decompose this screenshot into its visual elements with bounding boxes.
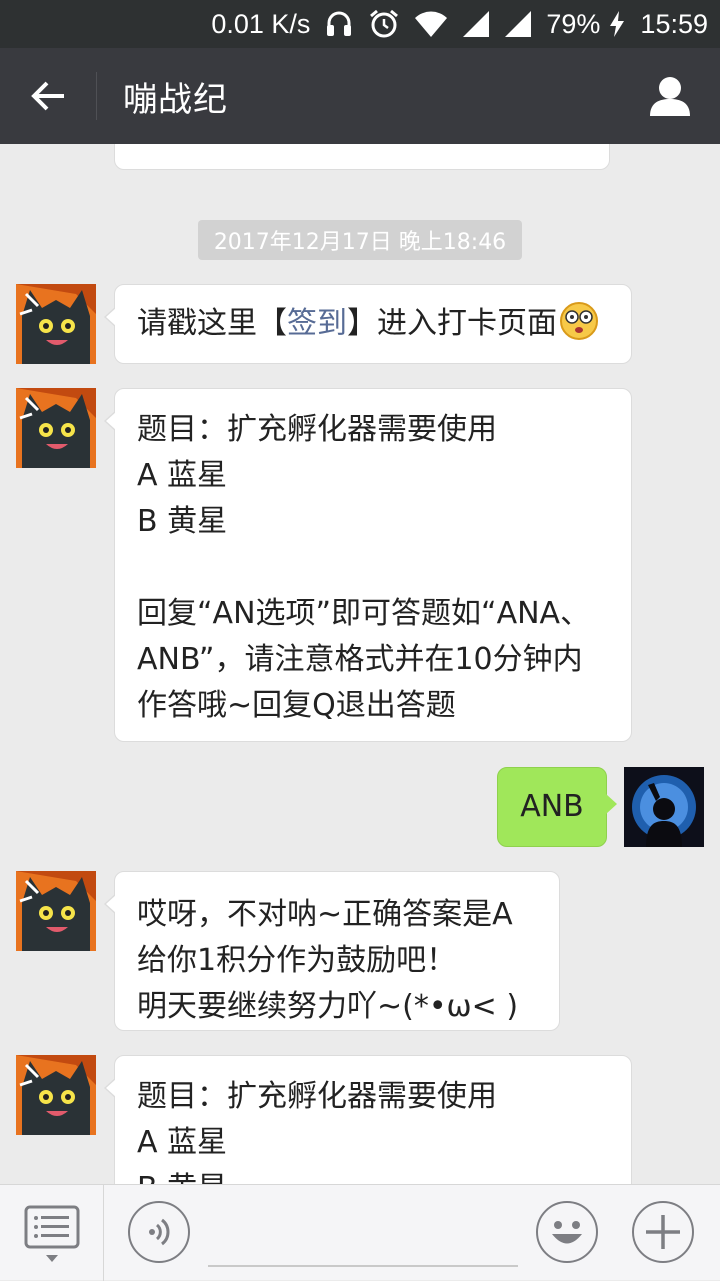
- headset-icon: [324, 9, 354, 39]
- network-speed: 0.01 K/s: [211, 8, 311, 39]
- charging-icon: [608, 10, 626, 38]
- message-input[interactable]: [208, 1265, 518, 1267]
- message-line: 哎呀，不对呐~正确答案是A: [137, 897, 513, 932]
- avatar[interactable]: [16, 871, 96, 951]
- menu-button[interactable]: [24, 1205, 80, 1265]
- battery-level: 79%: [546, 8, 601, 39]
- message-bubble[interactable]: 哎呀，不对呐~正确答案是A 给你1积分作为鼓励吧！ 明天要继续努力吖~(*•ω<…: [104, 871, 560, 1031]
- my-avatar[interactable]: [624, 767, 704, 847]
- voice-button[interactable]: [128, 1201, 190, 1263]
- chat-area[interactable]: 明天也要加油哦 2017年12月17日 晚上18:46 请戳这里【签到】进入打卡…: [0, 144, 720, 1184]
- arrow-left-icon: [31, 81, 64, 111]
- title-bar: 嘣战纪: [0, 48, 720, 144]
- message-bubble-clipped: 明天也要加油哦: [114, 144, 610, 170]
- plus-icon: [646, 1215, 680, 1249]
- message-line: A 蓝星: [137, 1125, 228, 1160]
- message-bubble[interactable]: 题目：扩充孵化器需要使用 A 蓝星 B 黄星: [104, 1055, 632, 1184]
- my-message-bubble[interactable]: ANB: [497, 767, 617, 847]
- message-text: ANB: [520, 789, 584, 824]
- message-suffix: 】进入打卡页面: [347, 306, 557, 341]
- alarm-icon: [368, 8, 400, 40]
- menu-list-icon: [24, 1205, 80, 1262]
- message-line: B 黄星: [137, 504, 228, 539]
- message-line: 题目：扩充孵化器需要使用: [137, 1079, 497, 1114]
- message-prefix: 请戳这里【: [137, 306, 287, 341]
- sign-in-link[interactable]: 签到: [287, 306, 347, 341]
- avatar[interactable]: [16, 284, 96, 364]
- input-bar: [0, 1184, 720, 1281]
- page-title: 嘣战纪: [123, 79, 228, 120]
- message-line: A 蓝星: [137, 458, 228, 493]
- message-line: 作答哦~回复Q退出答题: [137, 688, 456, 723]
- message-line: 给你1积分作为鼓励吧！: [137, 943, 457, 978]
- message-bubble[interactable]: 题目：扩充孵化器需要使用 A 蓝星 B 黄星 回复“AN选项”即可答题如“ANA…: [104, 388, 632, 742]
- clipped-text: 明天也要加油哦: [137, 144, 587, 153]
- timestamp: 2017年12月17日 晚上18:46: [198, 220, 522, 260]
- wifi-icon: [414, 10, 448, 38]
- title-divider: [96, 72, 97, 120]
- dizzy-face-emoji: [559, 301, 599, 341]
- profile-button[interactable]: [638, 64, 702, 128]
- signal-icon: [504, 10, 532, 38]
- back-button[interactable]: [0, 48, 96, 144]
- message-line: B 黄星: [137, 1166, 609, 1184]
- plus-button[interactable]: [632, 1201, 694, 1263]
- avatar[interactable]: [16, 1055, 96, 1135]
- message-bubble[interactable]: 请戳这里【签到】进入打卡页面: [104, 284, 632, 364]
- message-line: 回复“AN选项”即可答题如“ANA、: [137, 596, 591, 631]
- message-line: 明天要继续努力吖~(*•ω< ): [137, 989, 519, 1024]
- smiley-icon: [552, 1221, 582, 1244]
- avatar[interactable]: [16, 388, 96, 468]
- signal-icon: [462, 10, 490, 38]
- input-divider: [103, 1185, 104, 1281]
- clock: 15:59: [640, 8, 708, 39]
- person-icon: [650, 77, 690, 116]
- emoji-button[interactable]: [536, 1201, 598, 1263]
- message-line-blank: [137, 545, 609, 591]
- message-text: 请戳这里【签到】进入打卡页面: [137, 301, 609, 347]
- voice-icon: [149, 1218, 170, 1246]
- status-bar: 0.01 K/s 79% 15:59: [0, 0, 720, 48]
- message-line: ANB”，请注意格式并在10分钟内: [137, 642, 583, 677]
- message-line: 题目：扩充孵化器需要使用: [137, 412, 497, 447]
